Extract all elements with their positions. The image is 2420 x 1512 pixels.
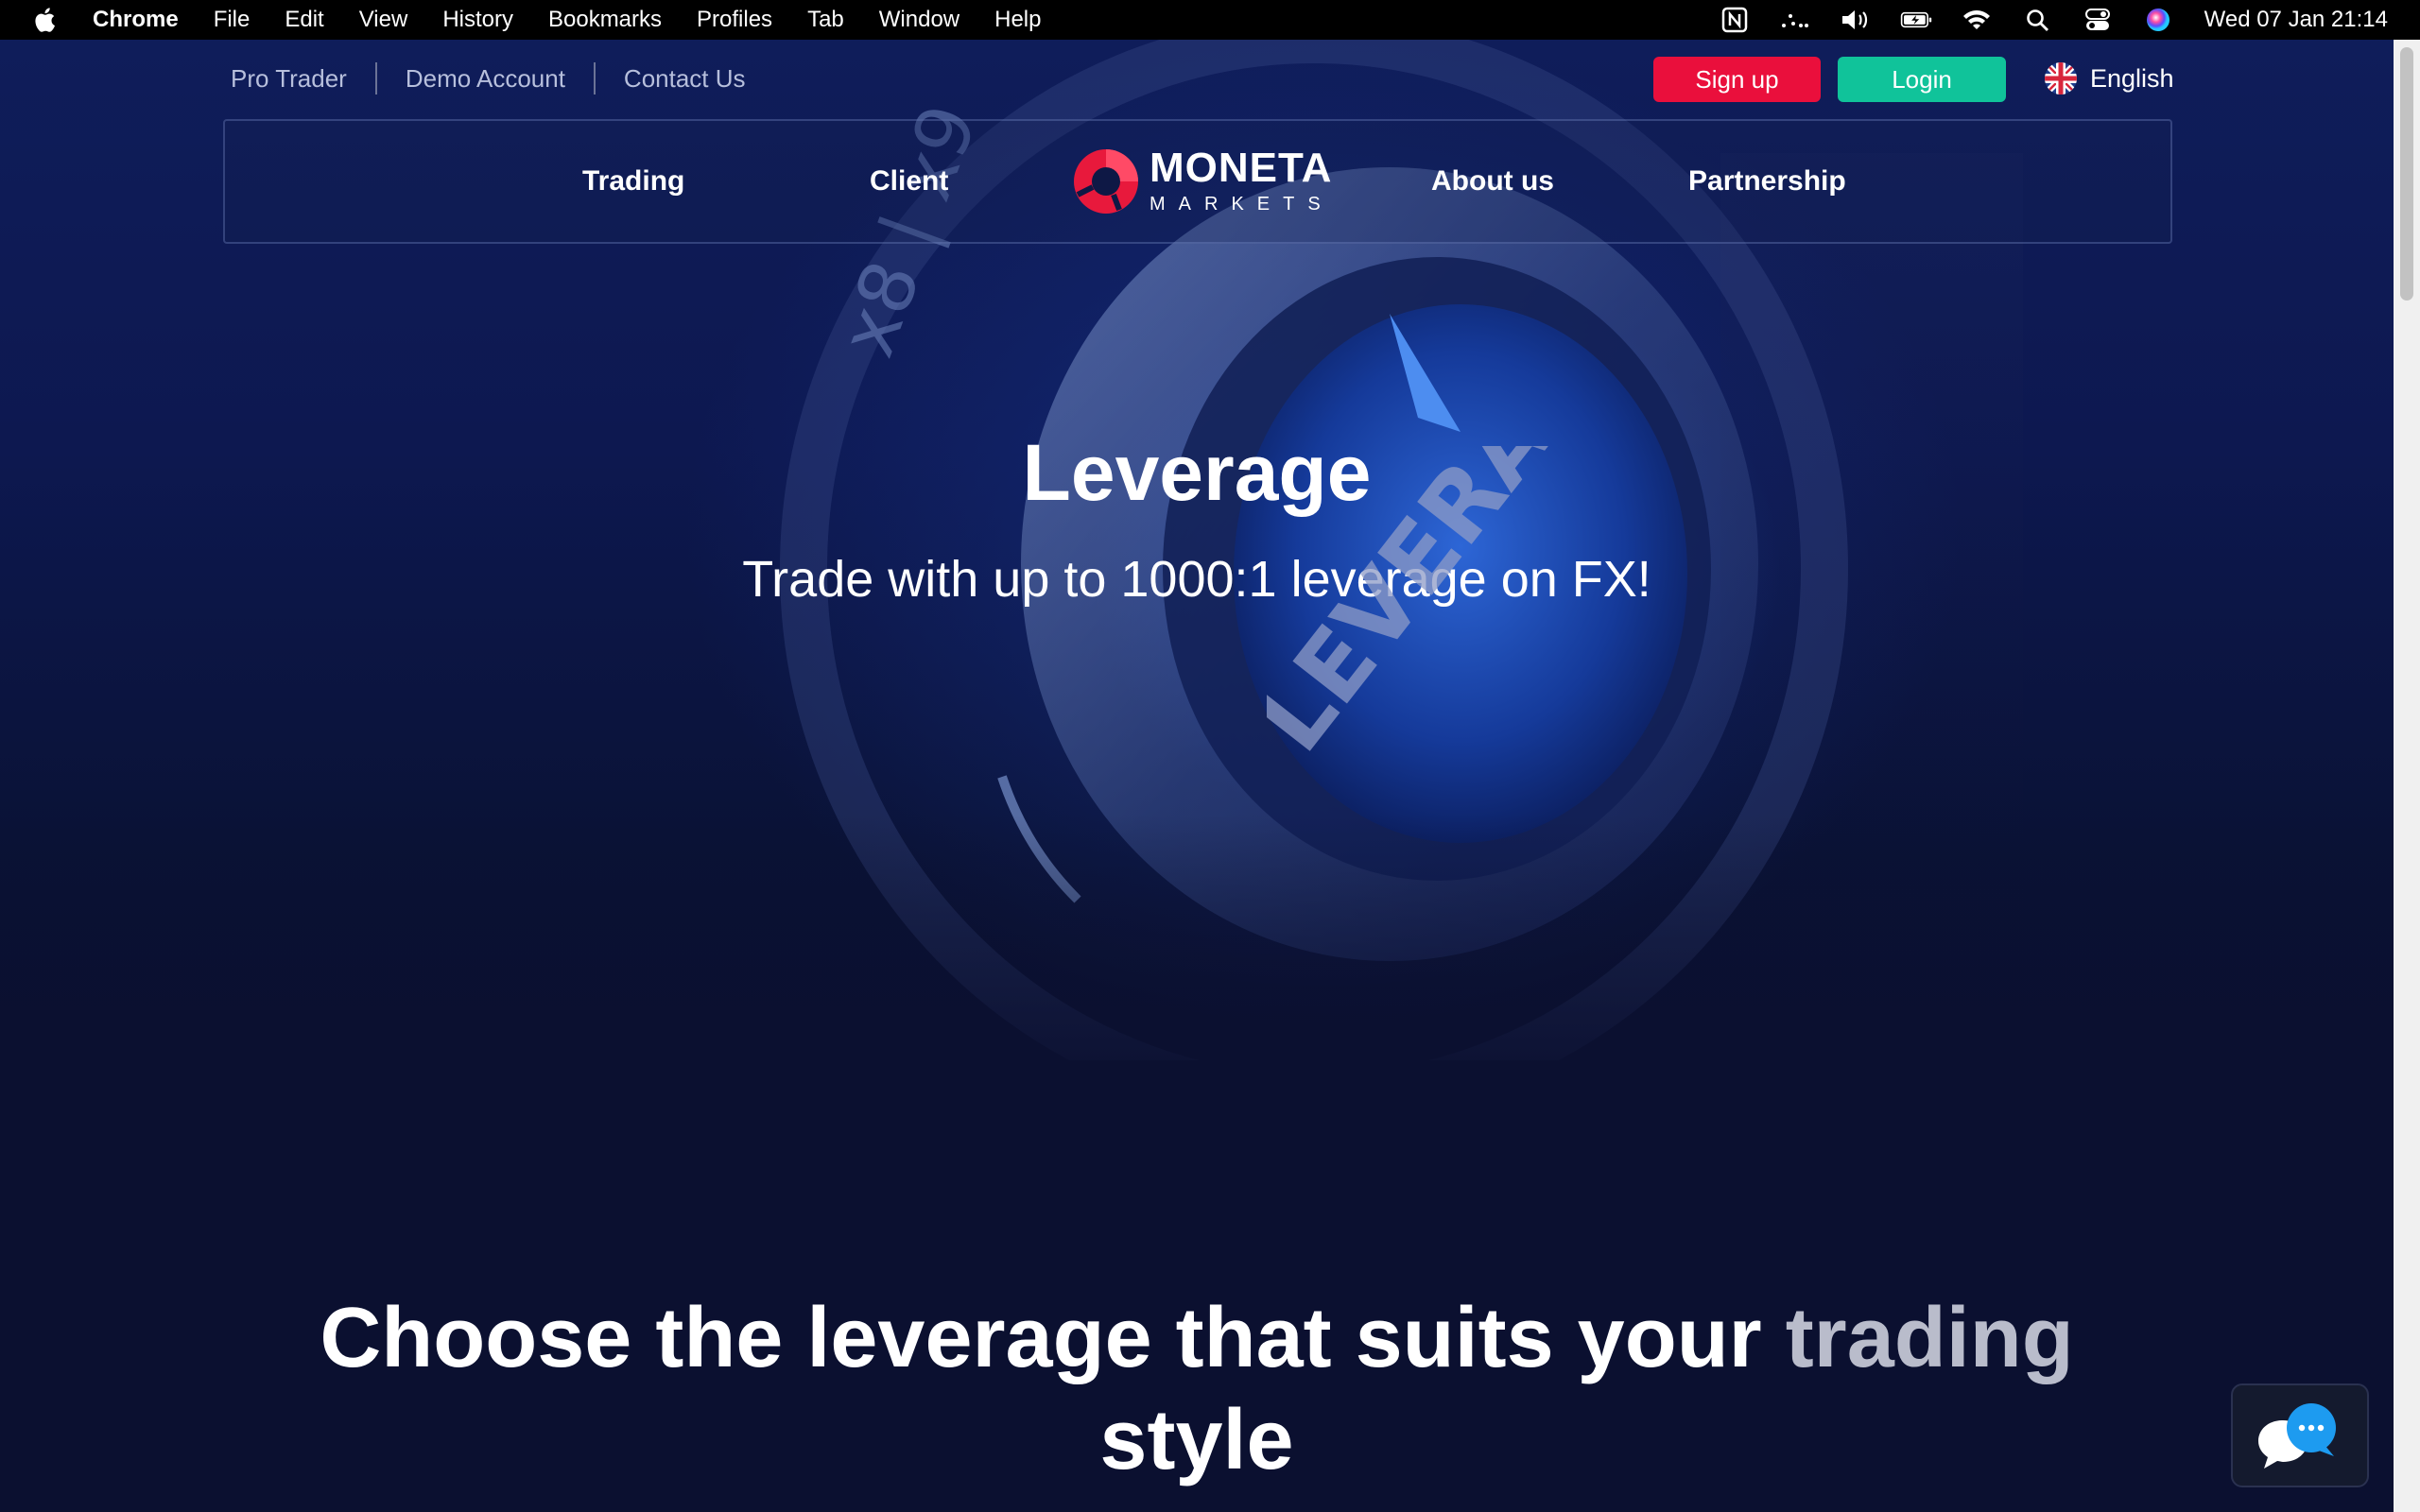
menu-window[interactable]: Window	[879, 7, 959, 33]
control-center-icon[interactable]	[2082, 7, 2114, 33]
menu-edit[interactable]: Edit	[285, 7, 323, 33]
divider	[593, 62, 596, 94]
divider	[374, 62, 377, 94]
menubar-clock[interactable]: Wed 07 Jan 21:14	[2204, 7, 2388, 33]
uk-flag-icon	[2045, 62, 2077, 94]
language-selector[interactable]: English	[2045, 62, 2174, 94]
logo-wordmark-bottom: MARKETS	[1150, 194, 1334, 215]
dots-status-icon[interactable]	[1779, 7, 1811, 33]
menu-app-chrome[interactable]: Chrome	[93, 7, 179, 33]
menu-profiles[interactable]: Profiles	[697, 7, 772, 33]
menu-tab[interactable]: Tab	[807, 7, 844, 33]
utility-links: Pro Trader Demo Account Contact Us	[231, 62, 746, 94]
section-heading-fade: trading	[1785, 1291, 2074, 1385]
moneta-logo-icon	[1074, 149, 1138, 214]
language-label: English	[2090, 63, 2174, 93]
chat-bubbles-icon	[2258, 1403, 2336, 1469]
hero-title: Leverage	[1022, 428, 1372, 517]
webpage: x8 | x9 Pro Trader Demo Account Contact …	[0, 40, 2394, 1512]
menu-view[interactable]: View	[359, 7, 408, 33]
live-chat-button[interactable]	[2231, 1383, 2369, 1487]
section-heading-main: Choose the leverage that suits your	[320, 1291, 1786, 1385]
section-heading-line2: style	[1099, 1393, 1294, 1487]
battery-charging-icon[interactable]	[1900, 7, 1932, 33]
main-navigation: Trading Client MONETA MARKETS About us P…	[223, 119, 2172, 244]
spotlight-search-icon[interactable]	[2021, 7, 2053, 33]
menu-file[interactable]: File	[214, 7, 251, 33]
moneta-markets-logo[interactable]: MONETA MARKETS	[1072, 142, 1337, 221]
pro-trader-link[interactable]: Pro Trader	[231, 64, 347, 94]
notion-icon[interactable]	[1719, 7, 1751, 33]
svg-text:LEVERAGE: LEVERAGE	[1267, 446, 1662, 772]
siri-icon[interactable]	[2142, 7, 2174, 33]
nav-trading[interactable]: Trading	[582, 121, 684, 242]
volume-icon[interactable]	[1840, 7, 1872, 33]
nav-client[interactable]: Client	[870, 121, 948, 242]
wifi-icon[interactable]	[1961, 7, 1993, 33]
logo-wordmark-top: MONETA	[1150, 145, 1333, 191]
menu-history[interactable]: History	[442, 7, 513, 33]
menu-bookmarks[interactable]: Bookmarks	[548, 7, 662, 33]
sign-up-button[interactable]: Sign up	[1653, 57, 1821, 102]
contact-us-link[interactable]: Contact Us	[624, 64, 746, 94]
scrollbar-thumb[interactable]	[2400, 47, 2413, 301]
section-heading: Choose the leverage that suits your trad…	[284, 1287, 2110, 1491]
page-scrollbar[interactable]	[2394, 40, 2420, 1512]
leverage-engraved-text: LEVERAGE	[1267, 446, 1662, 772]
menu-bar: Chrome File Edit View History Bookmarks …	[0, 0, 2420, 40]
hero-subtitle: Trade with up to 1000:1 leverage on FX!	[742, 551, 1651, 608]
hero-fade	[0, 815, 2394, 1098]
login-button[interactable]: Login	[1838, 57, 2006, 102]
demo-account-link[interactable]: Demo Account	[406, 64, 565, 94]
menu-help[interactable]: Help	[994, 7, 1041, 33]
nav-about-us[interactable]: About us	[1431, 121, 1554, 242]
apple-icon[interactable]	[32, 6, 60, 34]
nav-partnership[interactable]: Partnership	[1688, 121, 1846, 242]
